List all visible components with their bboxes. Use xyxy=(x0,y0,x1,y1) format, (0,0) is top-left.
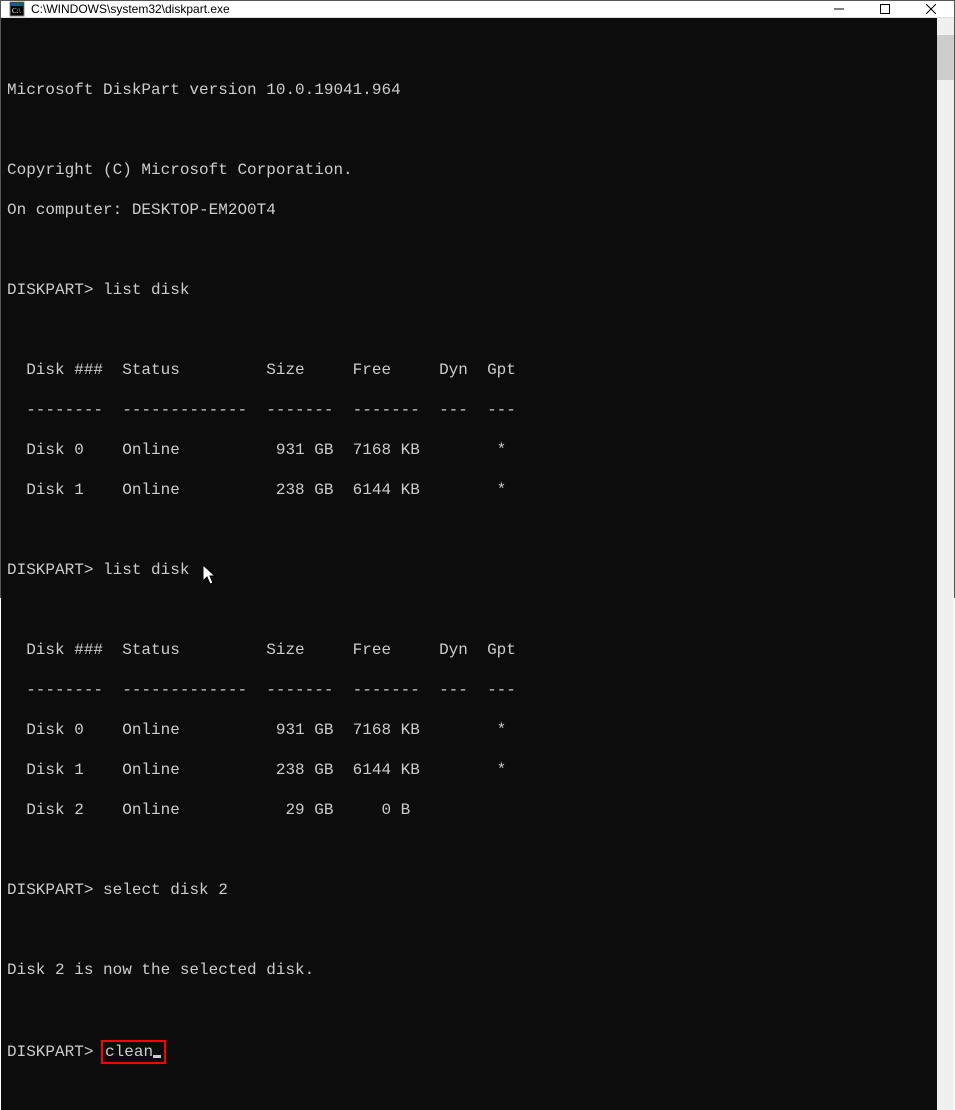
svg-text:C:\: C:\ xyxy=(12,7,21,15)
table1-div: -------- ------------- ------- ------- -… xyxy=(7,400,931,420)
minimize-button[interactable] xyxy=(816,1,862,17)
table1-head: Disk ### Status Size Free Dyn Gpt xyxy=(7,360,931,380)
prompt-line-1: DISKPART> list disk xyxy=(7,280,931,300)
prompt-text: DISKPART> xyxy=(7,881,93,899)
table2-row: Disk 0 Online 931 GB 7168 KB * xyxy=(7,720,931,740)
prompt-text: DISKPART> xyxy=(7,281,93,299)
version-line: Microsoft DiskPart version 10.0.19041.96… xyxy=(7,80,931,100)
titlebar[interactable]: C:\ C:\WINDOWS\system32\diskpart.exe xyxy=(1,1,954,18)
prompt-line-2: DISKPART> list disk xyxy=(7,560,931,580)
table1-row: Disk 0 Online 931 GB 7168 KB * xyxy=(7,440,931,460)
table2-head: Disk ### Status Size Free Dyn Gpt xyxy=(7,640,931,660)
blank-line xyxy=(7,520,931,540)
table2-div: -------- ------------- ------- ------- -… xyxy=(7,680,931,700)
maximize-button[interactable] xyxy=(862,1,908,17)
blank-line xyxy=(7,840,931,860)
terminal-area: Microsoft DiskPart version 10.0.19041.96… xyxy=(1,18,954,1110)
scrollbar-vertical[interactable] xyxy=(937,18,954,1110)
cmd-text: list disk xyxy=(103,561,189,579)
prompt-line-4: DISKPART> clean xyxy=(7,1040,931,1064)
blank-line xyxy=(7,40,931,60)
window-controls xyxy=(816,1,954,17)
blank-line xyxy=(7,1000,931,1020)
text-cursor xyxy=(153,1055,161,1058)
app-window: C:\ C:\WINDOWS\system32\diskpart.exe Mic… xyxy=(0,0,955,598)
blank-line xyxy=(7,320,931,340)
cmd-text: list disk xyxy=(103,281,189,299)
scrollbar-thumb[interactable] xyxy=(937,35,954,80)
blank-line xyxy=(7,600,931,620)
app-icon: C:\ xyxy=(9,1,25,17)
blank-line xyxy=(7,120,931,140)
table2-row: Disk 2 Online 29 GB 0 B xyxy=(7,800,931,820)
computer-line: On computer: DESKTOP-EM2O0T4 xyxy=(7,200,931,220)
table2-row: Disk 1 Online 238 GB 6144 KB * xyxy=(7,760,931,780)
blank-line xyxy=(7,240,931,260)
window-title: C:\WINDOWS\system32\diskpart.exe xyxy=(31,2,816,16)
highlighted-command: clean xyxy=(101,1040,166,1064)
prompt-text: DISKPART> xyxy=(7,1043,93,1061)
table1-row: Disk 1 Online 238 GB 6144 KB * xyxy=(7,480,931,500)
terminal-output[interactable]: Microsoft DiskPart version 10.0.19041.96… xyxy=(1,18,937,1110)
select-result: Disk 2 is now the selected disk. xyxy=(7,960,931,980)
copyright-line: Copyright (C) Microsoft Corporation. xyxy=(7,160,931,180)
cmd-text: select disk 2 xyxy=(103,881,228,899)
cmd-text: clean xyxy=(105,1043,153,1061)
blank-line xyxy=(7,920,931,940)
prompt-text: DISKPART> xyxy=(7,561,93,579)
prompt-line-3: DISKPART> select disk 2 xyxy=(7,880,931,900)
close-button[interactable] xyxy=(908,1,954,17)
